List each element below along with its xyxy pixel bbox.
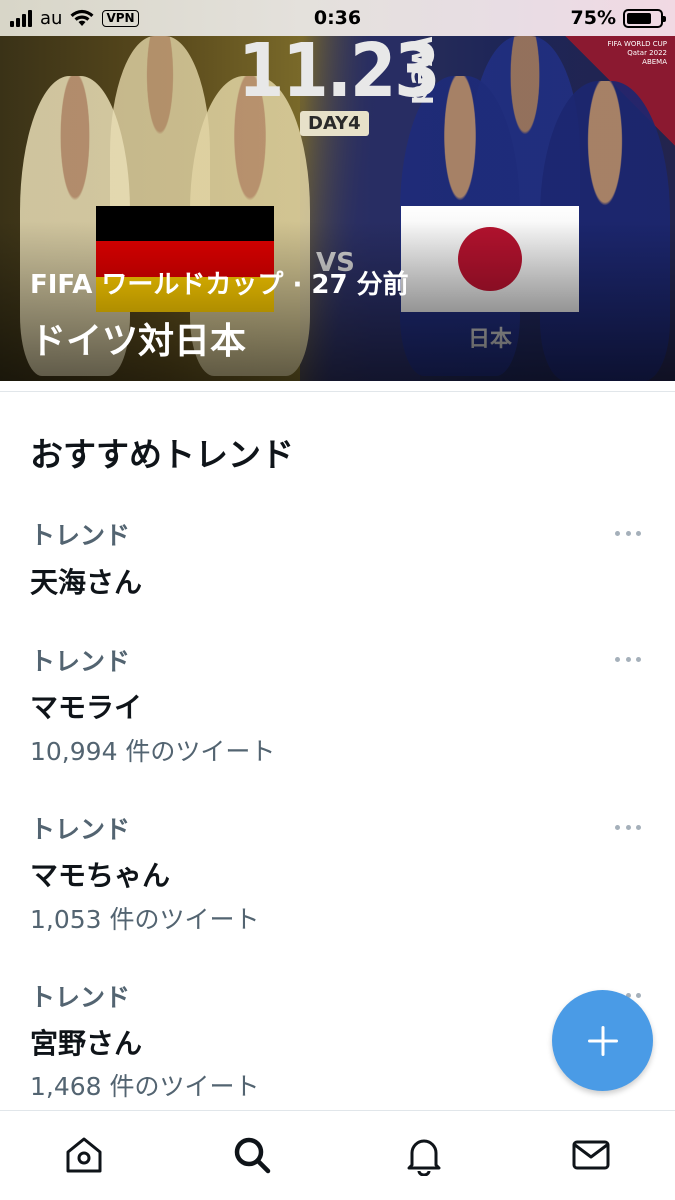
event-title: ドイツ対日本 (30, 321, 247, 362)
bottom-tab-bar (0, 1110, 675, 1200)
logo-line: Qatar 2022 (627, 49, 667, 57)
trend-tweet-count: 1,468 件のツイート (30, 1072, 260, 1101)
battery-icon (623, 8, 666, 28)
trend-item[interactable]: トレンド 天海さん (0, 510, 675, 620)
trend-item[interactable]: トレンド マモちゃん 1,053 件のツイート (0, 804, 675, 954)
trend-name: 天海さん (30, 566, 143, 599)
vpn-badge: VPN (102, 9, 139, 27)
trend-category: トレンド (30, 521, 131, 550)
more-options-icon[interactable] (615, 823, 641, 831)
search-icon (234, 1137, 271, 1174)
battery-fill (627, 12, 651, 24)
trend-tweet-count: 1,053 件のツイート (30, 905, 260, 934)
trend-tweet-count: 10,994 件のツイート (30, 737, 276, 766)
logo-line: FIFA WORLD CUP (607, 40, 667, 48)
trend-category: トレンド (30, 983, 131, 1012)
plus-icon (587, 1025, 618, 1056)
tab-home[interactable] (62, 1133, 106, 1177)
match-weekday: Wed (405, 36, 438, 105)
more-options-icon[interactable] (615, 529, 641, 537)
mail-icon (572, 1140, 610, 1170)
compose-tweet-button[interactable] (552, 990, 653, 1091)
trend-item[interactable]: トレンド マモライ 10,994 件のツイート (0, 636, 675, 786)
tab-messages[interactable] (569, 1133, 613, 1177)
home-icon (66, 1137, 102, 1173)
bell-icon (407, 1139, 441, 1176)
status-bar: au VPN 0:36 75% (0, 0, 675, 36)
world-cup-logo: FIFA WORLD CUP Qatar 2022 ABEMA (607, 40, 667, 67)
status-left: au VPN (10, 0, 139, 36)
tab-notifications[interactable] (402, 1133, 446, 1177)
event-meta: FIFA ワールドカップ · 27 分前 (30, 270, 409, 300)
trend-category: トレンド (30, 647, 131, 676)
section-title: おすすめトレンド (30, 435, 294, 474)
carrier-label: au (40, 7, 63, 29)
status-right: 75% (570, 0, 666, 36)
divider (0, 391, 675, 392)
signal-icon (10, 9, 32, 27)
trend-category: トレンド (30, 815, 131, 844)
trend-name: マモライ (30, 691, 143, 724)
event-hero-card[interactable]: 11.23 Wed DAY4 FIFA WORLD CUP Qatar 2022… (0, 36, 675, 381)
day-badge: DAY4 (300, 111, 369, 136)
wifi-icon (70, 9, 94, 27)
battery-percent: 75% (570, 7, 616, 29)
trend-name: マモちゃん (30, 859, 171, 892)
tab-search[interactable] (230, 1133, 274, 1177)
trend-name: 宮野さん (30, 1027, 143, 1060)
logo-line: ABEMA (642, 58, 667, 66)
more-options-icon[interactable] (615, 655, 641, 663)
